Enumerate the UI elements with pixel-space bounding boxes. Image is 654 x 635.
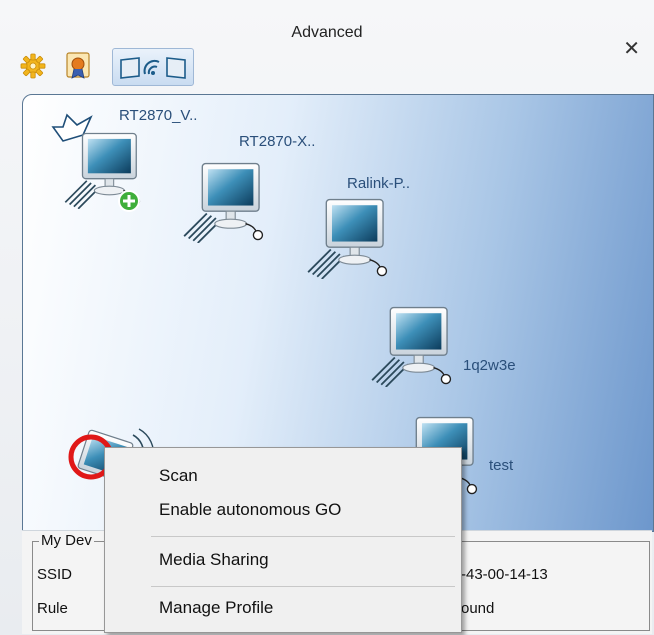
computer-icon bbox=[367, 303, 459, 387]
device-item-3[interactable] bbox=[303, 195, 395, 279]
device-item-2[interactable] bbox=[179, 159, 271, 243]
wifi-direct-icon[interactable] bbox=[112, 48, 194, 86]
computer-icon bbox=[303, 195, 395, 279]
my-device-legend: My Dev bbox=[39, 532, 94, 549]
certificate-icon[interactable] bbox=[62, 48, 94, 84]
ssid-label: SSID bbox=[37, 566, 73, 583]
menu-separator bbox=[151, 586, 455, 587]
device-label-2[interactable]: RT2870-X.. bbox=[239, 133, 315, 150]
rule-label: Rule bbox=[37, 600, 68, 617]
rule-value: ound bbox=[461, 600, 495, 617]
menu-separator bbox=[151, 536, 455, 537]
computer-crown-add-icon bbox=[51, 113, 141, 212]
device-label-3[interactable]: Ralink-P.. bbox=[347, 175, 410, 192]
context-menu: Scan Enable autonomous GO Media Sharing … bbox=[104, 447, 462, 633]
advanced-window: Advanced ✕ RT2870_V.. RT2870-X.. Ralink-… bbox=[0, 0, 654, 635]
menu-item-enable-autonomous-go[interactable]: Enable autonomous GO bbox=[159, 500, 341, 520]
device-item-1[interactable] bbox=[47, 113, 157, 213]
computer-icon bbox=[179, 159, 271, 243]
gear-icon[interactable] bbox=[18, 48, 48, 84]
device-label-1[interactable]: RT2870_V.. bbox=[119, 107, 197, 124]
ssid-value: -43-00-14-13 bbox=[461, 566, 548, 583]
device-label-4[interactable]: 1q2w3e bbox=[463, 357, 516, 374]
menu-item-media-sharing[interactable]: Media Sharing bbox=[159, 550, 269, 570]
menu-item-manage-profile[interactable]: Manage Profile bbox=[159, 598, 273, 618]
close-icon[interactable]: ✕ bbox=[623, 36, 640, 60]
device-item-4[interactable] bbox=[367, 303, 459, 387]
window-title: Advanced bbox=[291, 24, 363, 41]
menu-item-scan[interactable]: Scan bbox=[159, 466, 198, 486]
device-label-5[interactable]: test bbox=[489, 457, 513, 474]
